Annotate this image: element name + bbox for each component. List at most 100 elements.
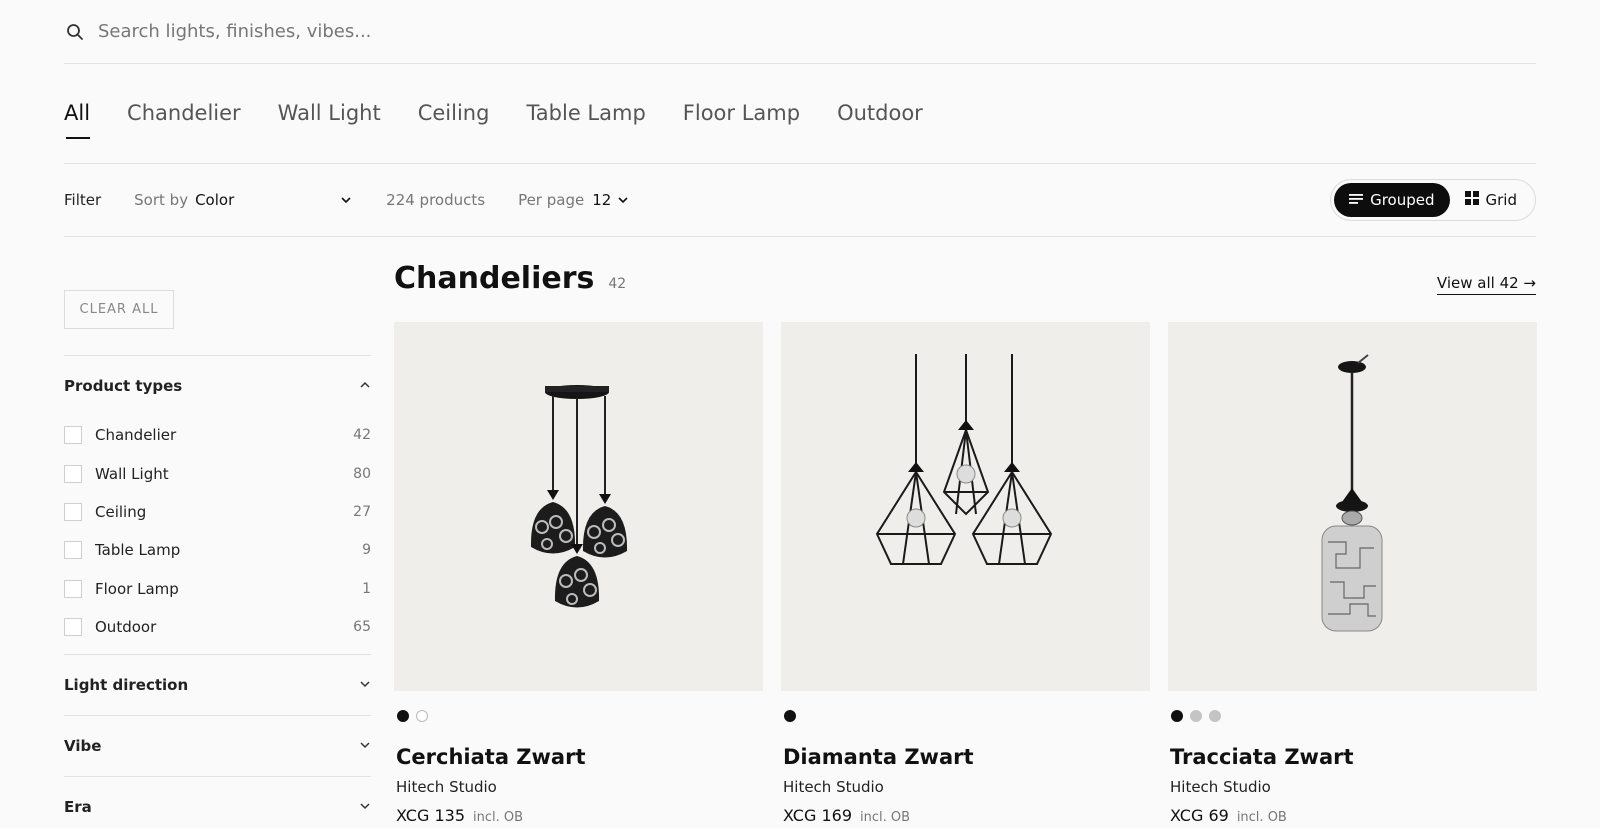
checkbox[interactable] (64, 618, 82, 637)
per-page-value: 12 (592, 191, 612, 209)
price-value: XCG 169 (783, 806, 852, 825)
product-name[interactable]: Tracciata Zwart (1170, 745, 1537, 769)
tab-table-lamp[interactable]: Table Lamp (526, 101, 645, 127)
checkbox[interactable] (64, 464, 82, 483)
checkbox[interactable] (64, 579, 82, 598)
filter-section-light-direction: Light direction (64, 654, 371, 715)
product-image[interactable] (1168, 322, 1537, 691)
color-swatches (397, 710, 763, 722)
view-all-link[interactable]: View all 42 → (1436, 274, 1536, 295)
sort-label: Sort by (134, 191, 189, 209)
tax-note: incl. OB (860, 810, 911, 825)
tab-ceiling[interactable]: Ceiling (418, 101, 490, 127)
grid-label: Grid (1485, 191, 1517, 209)
product-price: XCG 135 incl. OB (396, 806, 763, 825)
grid-view-button[interactable]: Grid (1450, 183, 1532, 217)
checkbox[interactable] (64, 541, 82, 560)
filter-section-vibe: Vibe (64, 715, 371, 776)
product-grid: Cerchiata Zwart Hitech Studio XCG 135 in… (394, 322, 1537, 825)
chevron-down-icon (617, 194, 629, 206)
section-title: Light direction (64, 676, 189, 694)
category-tabs: All Chandelier Wall Light Ceiling Table … (64, 64, 1536, 164)
filter-section-product-types: Product types Chandelier 42 Wall Light 8… (64, 355, 371, 646)
filter-button[interactable]: Filter (64, 191, 101, 209)
product-price: XCG 69 incl. OB (1170, 806, 1537, 825)
option-count: 42 (353, 427, 371, 444)
section-title: Vibe (64, 737, 102, 755)
tax-note: incl. OB (473, 810, 524, 825)
clear-all-button[interactable]: CLEAR ALL (64, 290, 174, 329)
color-swatches (1171, 710, 1537, 722)
product-name[interactable]: Diamanta Zwart (783, 745, 1150, 769)
search-bar (64, 0, 1536, 64)
price-value: XCG 69 (1170, 806, 1229, 825)
swatch-grey[interactable] (1209, 710, 1221, 722)
grouped-view-button[interactable]: Grouped (1334, 183, 1450, 217)
filter-option-ceiling[interactable]: Ceiling 27 (64, 493, 371, 531)
product-brand: Hitech Studio (1170, 778, 1271, 796)
filter-option-table-lamp[interactable]: Table Lamp 9 (64, 531, 371, 569)
tab-wall-light[interactable]: Wall Light (278, 101, 381, 127)
product-image[interactable] (781, 322, 1150, 691)
tab-floor-lamp[interactable]: Floor Lamp (683, 101, 800, 127)
section-header[interactable]: Product types (64, 356, 371, 416)
product-price: XCG 169 incl. OB (783, 806, 1150, 825)
product-card[interactable]: Diamanta Zwart Hitech Studio XCG 169 inc… (781, 322, 1150, 825)
chevron-down-icon (359, 676, 371, 694)
grouped-label: Grouped (1370, 191, 1435, 209)
filter-option-floor-lamp[interactable]: Floor Lamp 1 (64, 570, 371, 608)
filter-option-chandelier[interactable]: Chandelier 42 (64, 416, 371, 454)
filter-option-outdoor[interactable]: Outdoor 65 (64, 608, 371, 646)
option-count: 80 (353, 465, 371, 482)
product-card[interactable]: Tracciata Zwart Hitech Studio XCG 69 inc… (1168, 322, 1537, 825)
chevron-down-icon (340, 194, 352, 206)
price-value: XCG 135 (396, 806, 465, 825)
category-count: 42 (608, 276, 627, 292)
product-brand: Hitech Studio (783, 778, 884, 796)
color-swatches (784, 710, 1150, 722)
tax-note: incl. OB (1236, 810, 1287, 825)
sort-value: Color (195, 191, 235, 209)
search-input[interactable] (98, 21, 698, 42)
grid-icon (1464, 191, 1479, 209)
option-label: Floor Lamp (95, 579, 179, 598)
option-count: 1 (362, 580, 371, 597)
section-header[interactable]: Light direction (64, 655, 371, 715)
option-label: Table Lamp (95, 541, 181, 560)
section-title: Era (64, 798, 92, 816)
toolbar: Filter Sort by Color 224 products Per pa… (64, 164, 1536, 237)
option-count: 9 (362, 542, 371, 559)
tab-all[interactable]: All (64, 101, 91, 139)
filter-option-wall-light[interactable]: Wall Light 80 (64, 454, 371, 492)
search-icon (66, 23, 84, 41)
option-label: Chandelier (95, 426, 177, 445)
chevron-down-icon (359, 737, 371, 755)
product-brand: Hitech Studio (396, 778, 497, 796)
option-count: 27 (353, 503, 371, 520)
category-title: Chandeliers (394, 261, 595, 296)
checkbox[interactable] (64, 502, 82, 521)
product-image[interactable] (394, 322, 763, 691)
swatch-black[interactable] (1171, 710, 1183, 722)
option-count: 65 (353, 619, 371, 636)
option-label: Wall Light (95, 464, 169, 483)
per-page-dropdown[interactable]: Per page 12 (518, 191, 629, 209)
sort-dropdown[interactable]: Sort by Color (134, 191, 352, 209)
swatch-grey[interactable] (1190, 710, 1202, 722)
swatch-black[interactable] (784, 710, 796, 722)
swatch-white[interactable] (416, 710, 428, 722)
chevron-up-icon (359, 377, 371, 395)
option-label: Ceiling (95, 502, 147, 521)
section-header[interactable]: Era (64, 777, 371, 828)
tab-outdoor[interactable]: Outdoor (837, 101, 923, 127)
section-header[interactable]: Vibe (64, 716, 371, 776)
per-page-label: Per page (518, 191, 585, 209)
option-label: Outdoor (95, 618, 157, 637)
product-name[interactable]: Cerchiata Zwart (396, 745, 763, 769)
checkbox[interactable] (64, 426, 82, 445)
product-card[interactable]: Cerchiata Zwart Hitech Studio XCG 135 in… (394, 322, 763, 825)
section-title: Product types (64, 377, 183, 395)
swatch-black[interactable] (397, 710, 409, 722)
tab-chandelier[interactable]: Chandelier (127, 101, 241, 127)
chevron-down-icon (359, 798, 371, 816)
